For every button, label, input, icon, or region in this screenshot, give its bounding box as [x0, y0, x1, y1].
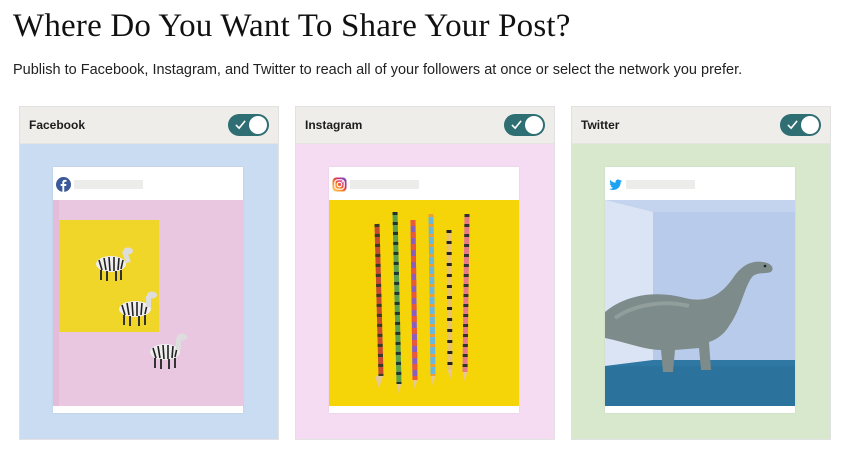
toggle-knob [801, 116, 819, 134]
check-icon [511, 120, 522, 130]
check-icon [235, 120, 246, 130]
instagram-toggle[interactable] [504, 114, 545, 136]
network-label: Twitter [581, 118, 620, 132]
twitter-toggle[interactable] [780, 114, 821, 136]
post-preview [53, 167, 243, 413]
network-label: Facebook [29, 118, 86, 132]
facebook-toggle[interactable] [228, 114, 269, 136]
twitter-icon [609, 179, 623, 190]
zebra-photo [53, 200, 243, 406]
page-title: Where Do You Want To Share Your Post? [13, 8, 571, 44]
card-header: Instagram [296, 107, 554, 144]
network-card-twitter: Twitter [571, 106, 831, 440]
card-header: Facebook [20, 107, 278, 144]
dinosaur-photo [605, 200, 795, 406]
post-preview [329, 167, 519, 413]
facebook-icon [56, 177, 71, 192]
check-icon [787, 120, 798, 130]
username-placeholder [74, 180, 143, 189]
pencils-photo [329, 200, 519, 406]
network-card-instagram: Instagram [295, 106, 555, 440]
post-preview [605, 167, 795, 413]
toggle-knob [525, 116, 543, 134]
username-placeholder [626, 180, 695, 189]
network-card-facebook: Facebook [19, 106, 279, 440]
page-subtitle: Publish to Facebook, Instagram, and Twit… [13, 62, 743, 78]
card-header: Twitter [572, 107, 830, 144]
instagram-icon [332, 177, 347, 192]
network-label: Instagram [305, 118, 363, 132]
username-placeholder [350, 180, 419, 189]
toggle-knob [249, 116, 267, 134]
